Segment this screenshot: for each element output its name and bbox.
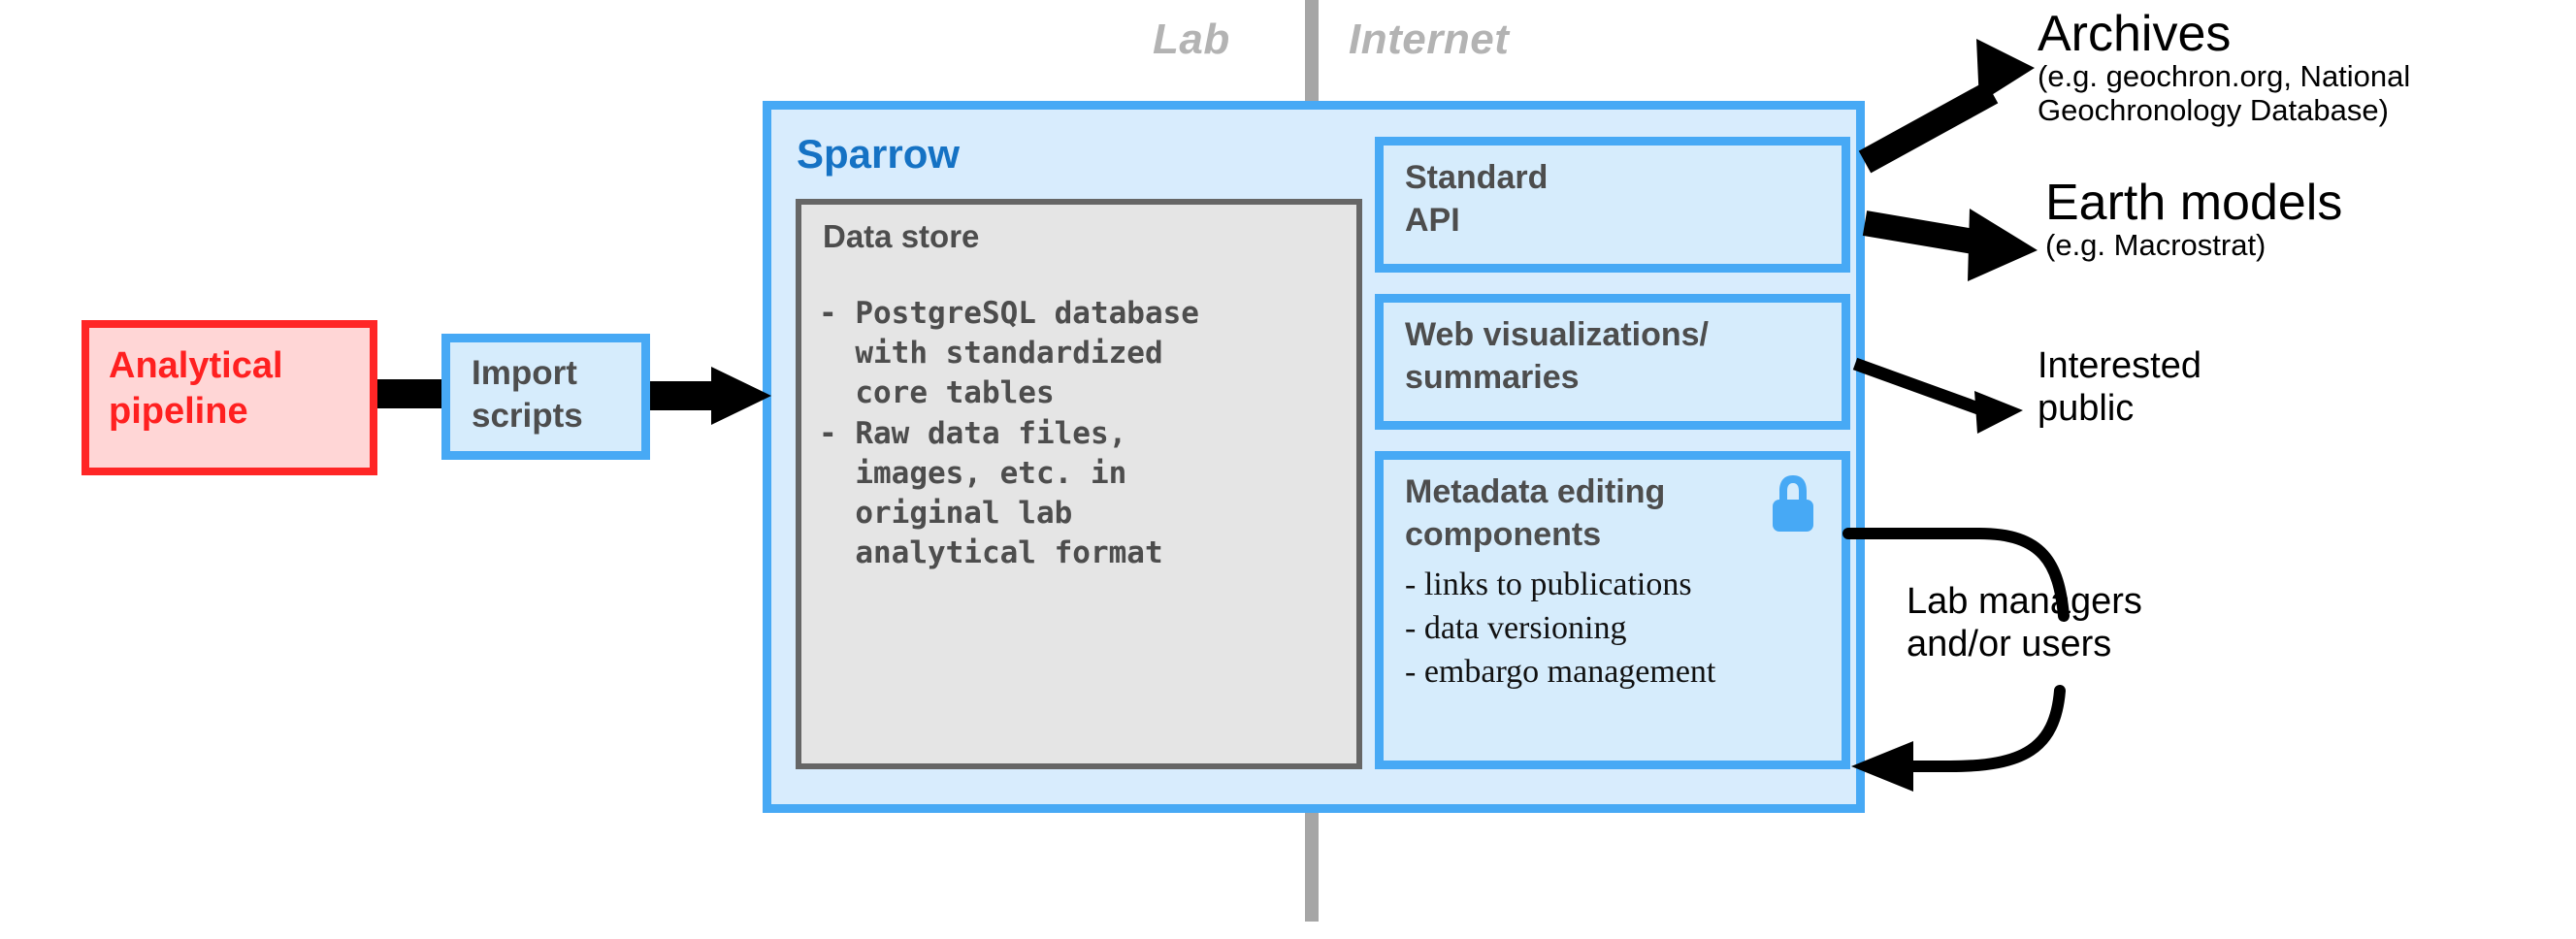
data-store-list: - PostgreSQL database with standardized …	[819, 294, 1348, 574]
destination-lab-managers: Lab managers and/or users	[1907, 580, 2142, 666]
arrow-api-to-earth-models	[1862, 210, 1982, 255]
import-scripts-label: Import scripts	[472, 354, 583, 435]
sparrow-title: Sparrow	[797, 131, 961, 177]
destination-archives-title: Archives	[2038, 6, 2232, 62]
destination-earth-models: Earth models (e.g. Macrostrat)	[2045, 177, 2342, 263]
service-box-web-visualizations[interactable]: Web visualizations/ summaries	[1375, 294, 1850, 430]
destination-lab-managers-title: Lab managers and/or users	[1907, 581, 2142, 665]
web-visualizations-label: Web visualizations/ summaries	[1405, 316, 1710, 396]
destination-interested-public-title: Interested public	[2038, 345, 2201, 430]
arrowhead-api-to-archives	[1976, 39, 2035, 103]
data-store-item: images, etc. in	[819, 455, 1127, 491]
data-store-item: with standardized	[819, 336, 1163, 372]
arrow-web-to-public	[1852, 357, 1992, 419]
data-store-item: analytical format	[819, 535, 1163, 571]
service-box-standard-api[interactable]: Standard API	[1375, 137, 1850, 273]
metadata-bullet-item: - links to publications	[1405, 567, 1692, 602]
data-store-box[interactable]: Data store - PostgreSQL database with st…	[796, 199, 1362, 769]
analytical-pipeline-box[interactable]: Analytical pipeline	[82, 320, 377, 475]
service-box-metadata-editing[interactable]: Metadata editing components - links to p…	[1375, 451, 1850, 769]
zone-label-lab: Lab	[1153, 16, 1230, 63]
sparrow-container[interactable]: Sparrow Data store - PostgreSQL database…	[763, 101, 1865, 813]
lock-icon	[1773, 475, 1813, 532]
standard-api-label: Standard API	[1405, 159, 1549, 239]
destination-archives: Archives (e.g. geochron.org, National Ge…	[2038, 8, 2410, 128]
data-store-item: original lab	[819, 496, 1073, 532]
destination-earth-models-subtitle: (e.g. Macrostrat)	[2045, 228, 2266, 263]
destination-interested-public: Interested public	[2038, 344, 2201, 431]
metadata-bullet-item: - data versioning	[1405, 610, 1627, 647]
metadata-editing-label: Metadata editing components	[1405, 473, 1666, 553]
destination-earth-models-title: Earth models	[2045, 175, 2343, 231]
import-scripts-box[interactable]: Import scripts	[441, 334, 650, 460]
data-store-item: - Raw data files,	[819, 415, 1127, 451]
zone-label-internet: Internet	[1349, 16, 1510, 63]
analytical-pipeline-label: Analytical pipeline	[109, 345, 283, 432]
data-store-title: Data store	[823, 218, 980, 254]
data-store-item: core tables	[819, 375, 1055, 411]
metadata-bullet-item: - embargo management	[1405, 654, 1716, 691]
arrowhead-api-to-earth-models	[1968, 209, 2038, 281]
curve-lab-managers-to-metadata	[1896, 685, 2066, 772]
data-store-item: - PostgreSQL database	[819, 296, 1199, 331]
destination-archives-subtitle: (e.g. geochron.org, National Geochronolo…	[2038, 59, 2411, 127]
diagram-canvas: Lab Internet Analytical pipeline Import …	[0, 0, 2576, 939]
arrowhead-web-to-public	[1974, 391, 2023, 434]
metadata-bullets-list: - links to publications - data versionin…	[1405, 563, 1842, 695]
arrow-api-to-archives	[1858, 81, 1999, 174]
